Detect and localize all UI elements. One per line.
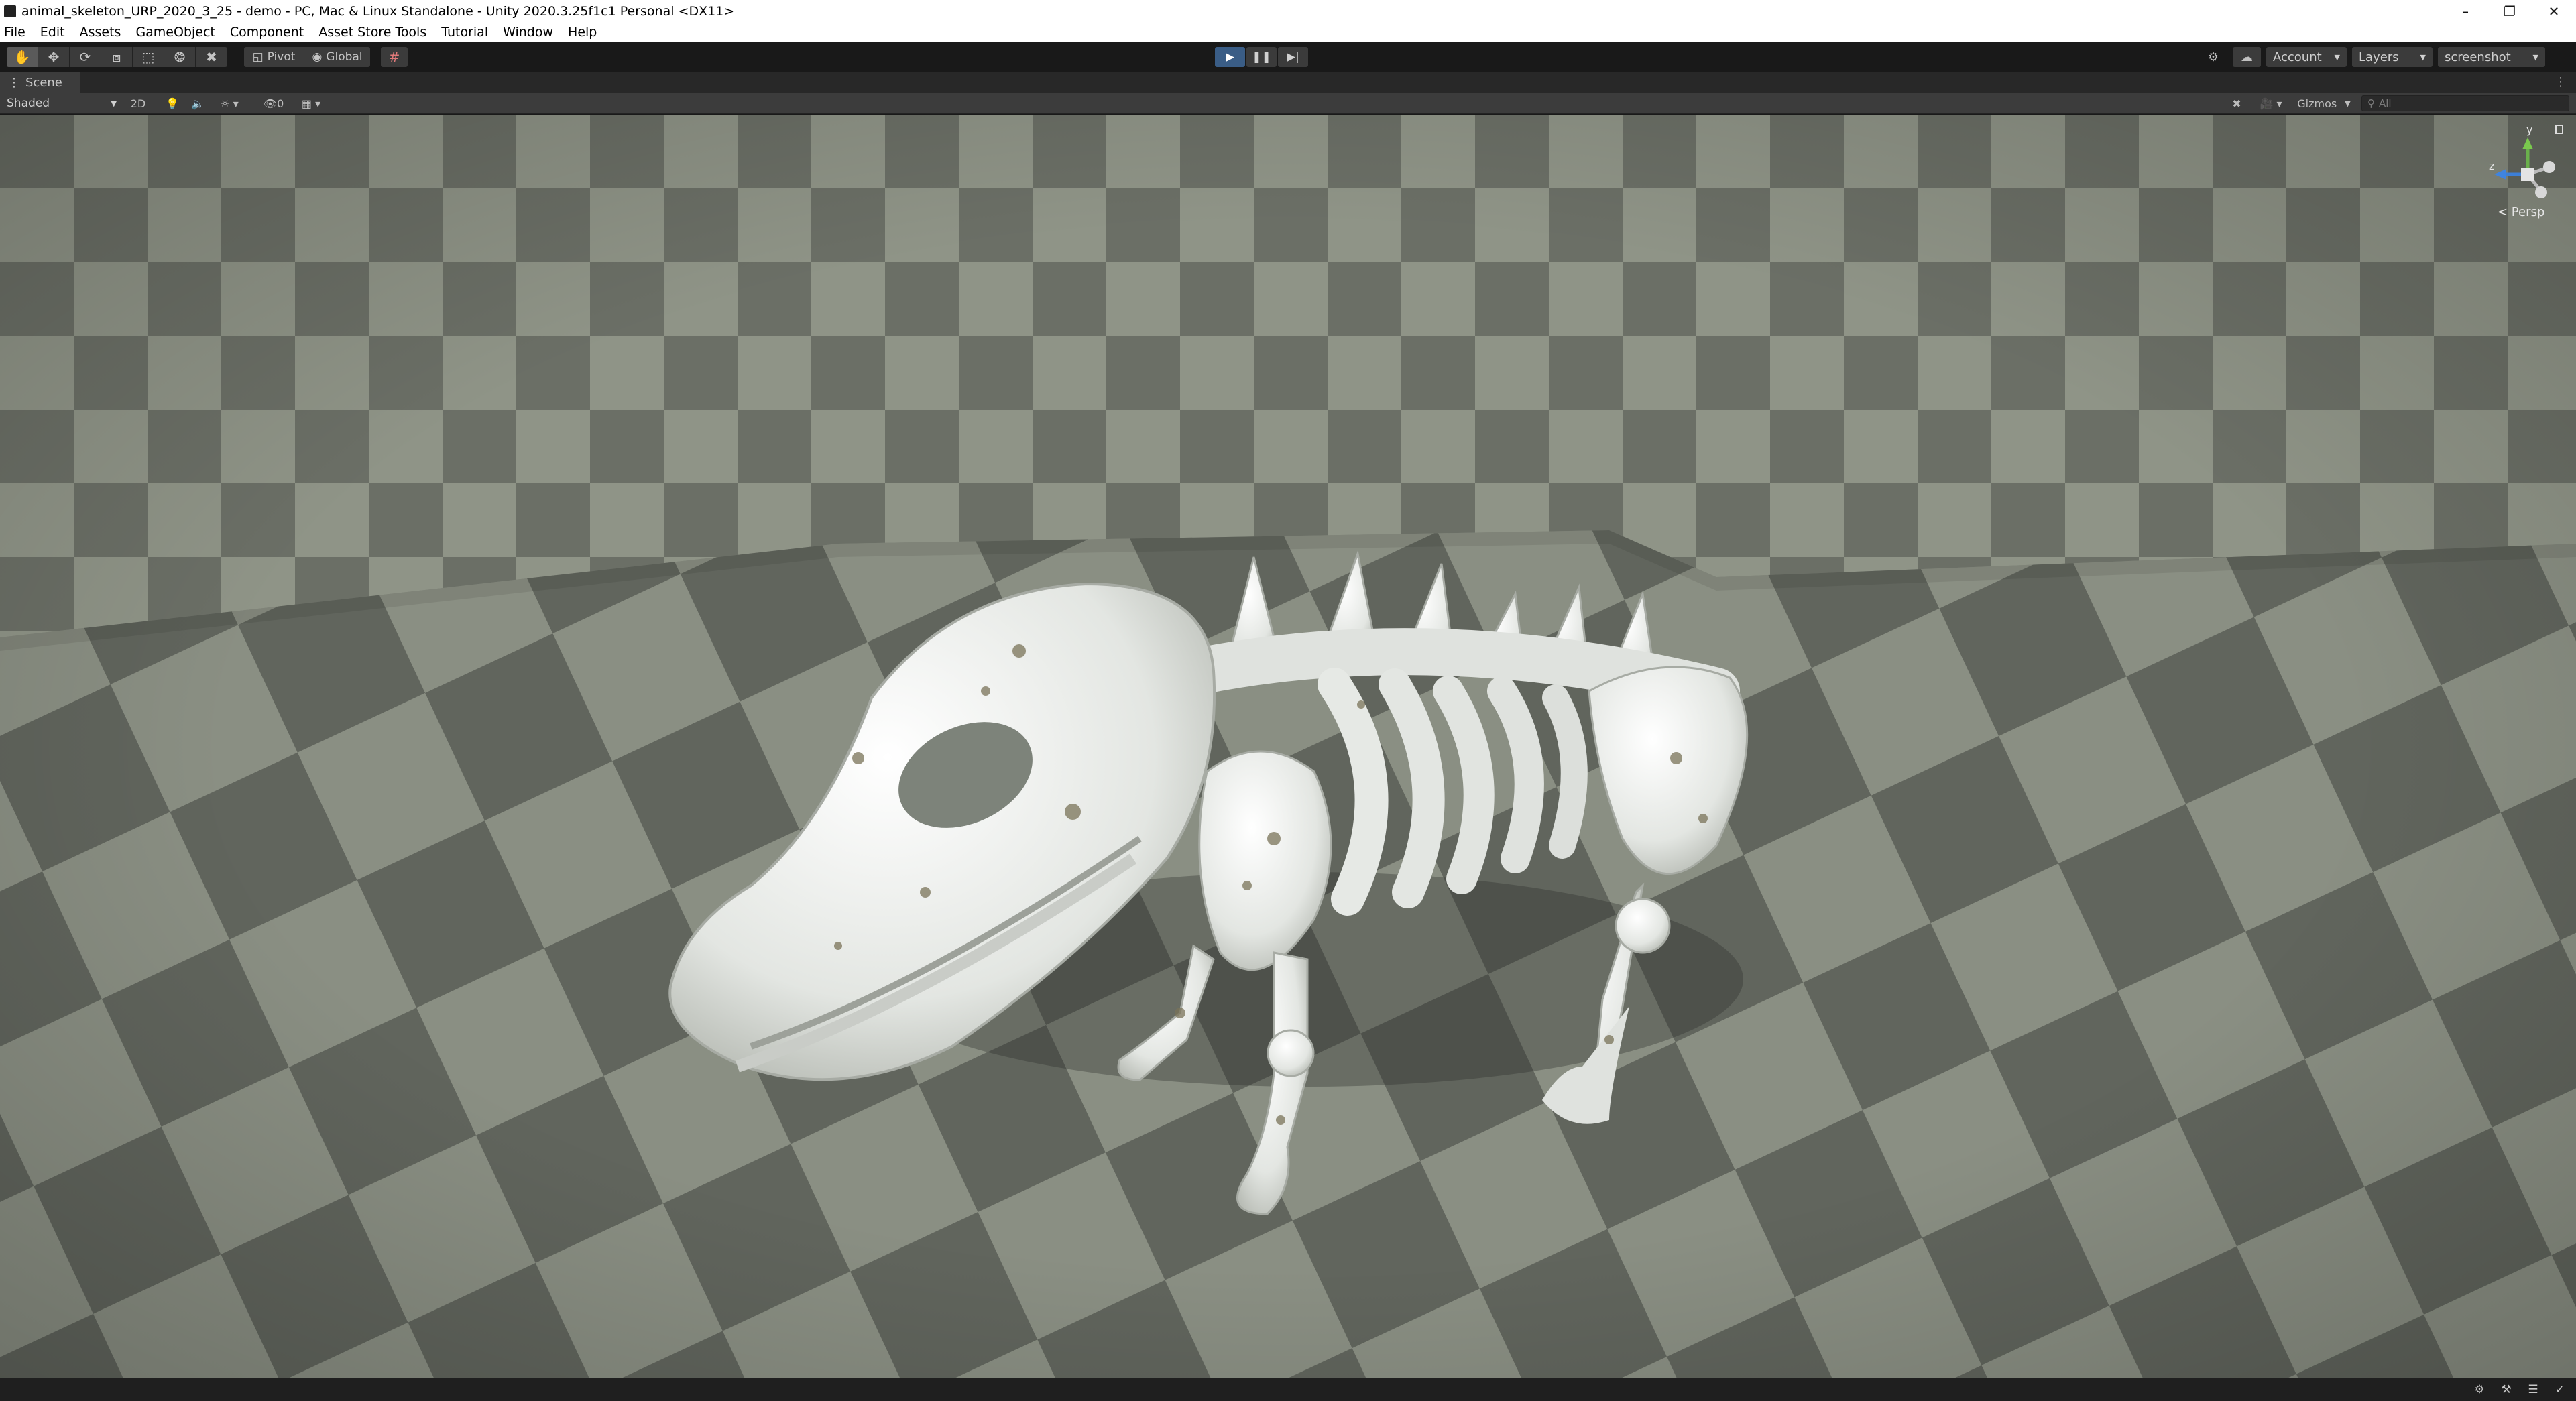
account-dropdown[interactable]: Account ▼ — [2266, 47, 2347, 67]
menu-file[interactable]: File — [4, 25, 25, 40]
transform-tools: ✋ ✥ ⟳ ⧈ ⬚ ❂ ✖ — [7, 47, 227, 67]
global-button[interactable]: ◉ Global — [304, 47, 370, 67]
check-icon[interactable]: ✓ — [2552, 1382, 2568, 1397]
rotate-tool-icon[interactable]: ⟳ — [70, 47, 101, 67]
window-controls: – ❐ ✕ — [2443, 0, 2576, 22]
scene-viewport[interactable]: y z < Persp — [0, 115, 2576, 1378]
status-icons: ⚙ ⚒ ☰ ✓ — [2471, 1382, 2568, 1397]
step-icon: ▶| — [1287, 50, 1299, 64]
projection-label[interactable]: < Persp — [2498, 205, 2544, 219]
layout-dropdown[interactable]: screenshot ▼ — [2438, 47, 2545, 67]
chevron-down-icon: ▼ — [111, 99, 117, 108]
window-title: animal_skeleton_URP_2020_3_25 - demo - P… — [21, 3, 735, 19]
move-tool-icon[interactable]: ✥ — [38, 47, 70, 67]
custom-tool-icon[interactable]: ✖ — [196, 47, 227, 67]
grid-snap-icon[interactable]: # — [381, 47, 408, 67]
window-titlebar: animal_skeleton_URP_2020_3_25 - demo - P… — [0, 0, 2576, 22]
search-placeholder: All — [2379, 97, 2392, 109]
window-tabbar: ⋮ Scene ⋮ — [0, 72, 2576, 93]
globe-icon: ◉ — [312, 50, 323, 64]
right-toolbar: ⚙ ☁ Account ▼ Layers ▼ screenshot ▼ — [2199, 47, 2545, 67]
cloud-icon[interactable]: ☁ — [2233, 47, 2261, 67]
transform-tool-icon[interactable]: ❂ — [164, 47, 196, 67]
close-icon[interactable]: ✕ — [2532, 0, 2576, 22]
play-icon: ▶ — [1225, 50, 1235, 64]
menu-component[interactable]: Component — [230, 25, 304, 40]
tools-icon[interactable]: ✖ — [2225, 95, 2249, 112]
grid-snap-group: # — [381, 47, 408, 67]
scene-tab-icon: ⋮ — [8, 75, 20, 90]
progress-icon[interactable]: ⚙ — [2471, 1382, 2487, 1397]
tab-scene[interactable]: ⋮ Scene — [0, 72, 80, 93]
debug-icon[interactable]: ⚒ — [2498, 1382, 2514, 1397]
layers-label: Layers — [2359, 50, 2399, 64]
scene-render — [0, 115, 2576, 1378]
main-toolbar: ✋ ✥ ⟳ ⧈ ⬚ ❂ ✖ ◱ Pivot ◉ Global # ▶ ❚❚ ▶| ⚙… — [0, 42, 2576, 72]
menu-bar: File Edit Assets GameObject Component As… — [0, 22, 2576, 42]
hand-tool-icon[interactable]: ✋ — [7, 47, 38, 67]
menu-asset-store-tools[interactable]: Asset Store Tools — [318, 25, 426, 40]
shading-mode-label: Shaded — [7, 97, 50, 110]
pivot-button[interactable]: ◱ Pivot — [244, 47, 304, 67]
play-button[interactable]: ▶ — [1215, 47, 1245, 67]
effects-toggle-icon[interactable]: ☼ ▾ — [213, 95, 245, 112]
scene-search-input[interactable]: ⚲ All — [2361, 95, 2569, 111]
chevron-down-icon: ▼ — [2532, 52, 2538, 62]
play-controls: ▶ ❚❚ ▶| — [1215, 47, 1308, 67]
scene-tab-label: Scene — [25, 75, 62, 90]
chevron-down-icon: ▼ — [2334, 52, 2340, 62]
hidden-count: 0 — [277, 97, 284, 110]
shading-mode-dropdown[interactable]: Shaded ▼ — [3, 95, 121, 112]
menu-edit[interactable]: Edit — [40, 25, 65, 40]
gizmos-dropdown[interactable]: Gizmos ▼ — [2292, 95, 2356, 112]
status-bar: ⚙ ⚒ ☰ ✓ — [0, 1378, 2576, 1401]
console-icon[interactable]: ☰ — [2525, 1382, 2541, 1397]
account-label: Account — [2273, 50, 2322, 64]
menu-gameobject[interactable]: GameObject — [135, 25, 215, 40]
grid-toggle-icon[interactable]: ▦ ▾ — [291, 95, 331, 112]
step-button[interactable]: ▶| — [1278, 47, 1308, 67]
menu-tutorial[interactable]: Tutorial — [441, 25, 488, 40]
chevron-down-icon: ▼ — [2420, 52, 2426, 62]
pivot-icon: ◱ — [252, 50, 264, 64]
global-label: Global — [326, 50, 363, 64]
layers-dropdown[interactable]: Layers ▼ — [2352, 47, 2433, 67]
gizmo-z-label: z — [2489, 160, 2494, 172]
collab-icon[interactable]: ⚙ — [2199, 47, 2227, 67]
gizmos-label: Gizmos — [2297, 97, 2337, 110]
eye-slash-icon: 👁 — [263, 97, 278, 110]
pivot-toggles: ◱ Pivot ◉ Global — [244, 47, 370, 67]
minimize-icon[interactable]: – — [2443, 0, 2487, 22]
tab-menu-icon[interactable]: ⋮ — [2555, 75, 2567, 89]
search-icon: ⚲ — [2367, 97, 2375, 109]
menu-window[interactable]: Window — [503, 25, 553, 40]
2d-toggle[interactable]: 2D — [125, 95, 152, 112]
pause-button[interactable]: ❚❚ — [1246, 47, 1277, 67]
2d-toggle-label: 2D — [130, 97, 146, 110]
audio-toggle-icon[interactable]: 🔈 — [186, 95, 209, 112]
hidden-objects-toggle[interactable]: 👁 0 — [257, 95, 290, 112]
rect-tool-icon[interactable]: ⬚ — [133, 47, 164, 67]
pivot-label: Pivot — [267, 50, 296, 64]
gizmo-y-label: y — [2526, 123, 2532, 136]
restore-icon[interactable]: ❐ — [2487, 0, 2532, 22]
camera-settings-icon[interactable]: 🎥 ▾ — [2254, 95, 2288, 112]
pause-icon: ❚❚ — [1252, 50, 1271, 64]
unity-logo-icon — [4, 5, 16, 17]
scene-toolbar: Shaded ▼ 2D 💡 🔈 ☼ ▾ 👁 0 ▦ ▾ ✖ 🎥 ▾ Gizmos ▼… — [0, 93, 2576, 114]
chevron-down-icon: ▼ — [2345, 99, 2351, 108]
menu-assets[interactable]: Assets — [80, 25, 121, 40]
menu-help[interactable]: Help — [568, 25, 597, 40]
lighting-toggle-icon[interactable]: 💡 — [161, 95, 184, 112]
layout-label: screenshot — [2445, 50, 2511, 64]
scale-tool-icon[interactable]: ⧈ — [101, 47, 133, 67]
